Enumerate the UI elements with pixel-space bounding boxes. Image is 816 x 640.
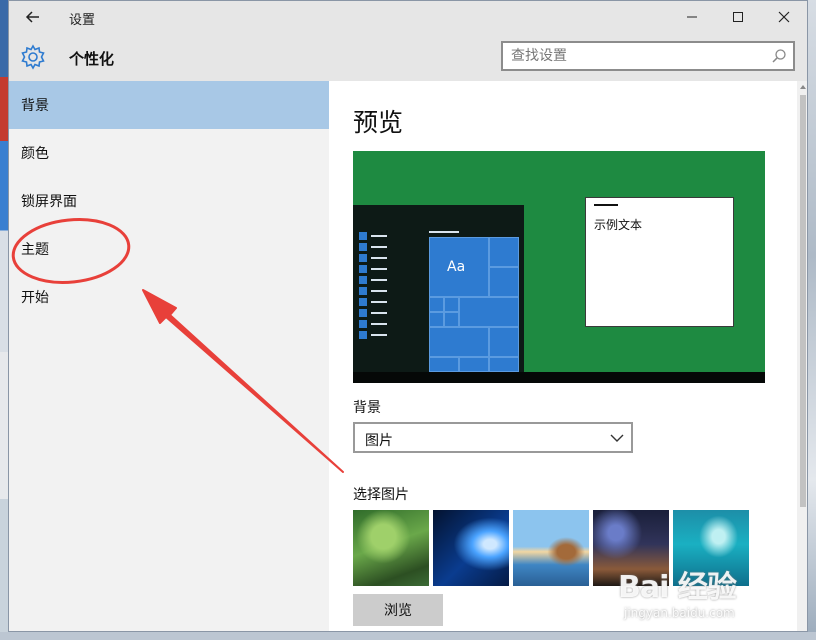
preview-image: Aa 示例文本 [353,151,765,383]
picture-thumbnail-forest[interactable] [353,510,429,586]
maximize-button[interactable] [715,1,761,33]
sidebar-item-background[interactable]: 背景 [9,81,329,129]
gear-icon [21,44,45,70]
preview-tile [489,267,519,297]
choose-picture-label: 选择图片 [353,487,409,503]
desktop-background-bottom [0,632,816,640]
background-dropdown[interactable]: 图片 [353,422,633,453]
browse-button[interactable]: 浏览 [353,594,443,626]
background-dropdown-value: 图片 [365,433,393,449]
minimize-icon [687,16,697,18]
preview-tile [429,297,444,312]
sidebar-item-lock-screen[interactable]: 锁屏界面 [9,177,329,225]
preview-app-list [359,231,389,341]
maximize-icon [733,12,743,22]
preview-tiles-header [429,231,459,233]
page-header: 个性化 [9,33,807,81]
preview-taskbar [353,372,765,383]
close-button[interactable] [761,1,807,33]
arrow-left-icon [25,11,39,23]
picture-thumbnail-beach[interactable] [513,510,589,586]
scrollbar-thumb[interactable] [800,95,806,507]
minimize-button[interactable] [669,1,715,33]
back-button[interactable] [21,5,45,29]
content-pane: 预览 Aa 示例文本 背景 图片 选择图片 浏览 [329,81,797,631]
title-bar: 设置 [9,1,807,33]
preview-tile [429,312,444,327]
preview-tile [444,312,459,327]
sidebar-item-colors[interactable]: 颜色 [9,129,329,177]
sidebar-item-themes[interactable]: 主题 [9,225,329,273]
preview-tile [459,357,489,372]
sidebar-item-label: 背景 [21,98,49,114]
sidebar-item-start[interactable]: 开始 [9,273,329,321]
sidebar-item-label: 开始 [21,290,49,306]
preview-tile [489,327,519,357]
close-icon [778,11,790,23]
sidebar-item-label: 主题 [21,242,49,258]
watermark-url: jingyan.baidu.com [624,606,735,620]
sidebar: 背景 颜色 锁屏界面 主题 开始 [9,81,329,631]
settings-window: 设置 个性化 背景 颜色 [8,0,808,632]
preview-tile [489,237,519,267]
sidebar-item-label: 颜色 [21,146,49,162]
preview-tile [489,357,519,372]
chevron-down-icon [610,434,624,442]
page-title: 个性化 [69,50,115,68]
background-label: 背景 [353,400,381,416]
preview-tile-text: Aa [447,259,466,275]
search-box[interactable] [501,41,795,71]
search-input[interactable] [511,47,761,65]
watermark: Bai 经验 jingyan.baidu.com [618,562,778,632]
desktop-background-right [808,0,816,640]
window-title: 设置 [69,13,96,28]
watermark-logo: Bai 经验 [618,570,737,605]
preview-sample-window: 示例文本 [585,197,734,327]
sidebar-item-label: 锁屏界面 [21,194,77,210]
preview-heading: 预览 [353,108,404,137]
preview-tile-wide [459,297,519,327]
preview-tile-wide [429,327,489,357]
preview-tile [429,357,459,372]
preview-sample-text: 示例文本 [594,218,643,232]
content-scrollbar[interactable] [797,81,807,631]
picture-thumbnail-windows[interactable] [433,510,509,586]
preview-window-titlebar [594,204,618,206]
preview-tile [444,297,459,312]
search-icon[interactable] [771,48,787,64]
scroll-up-arrow-icon[interactable] [799,83,807,91]
